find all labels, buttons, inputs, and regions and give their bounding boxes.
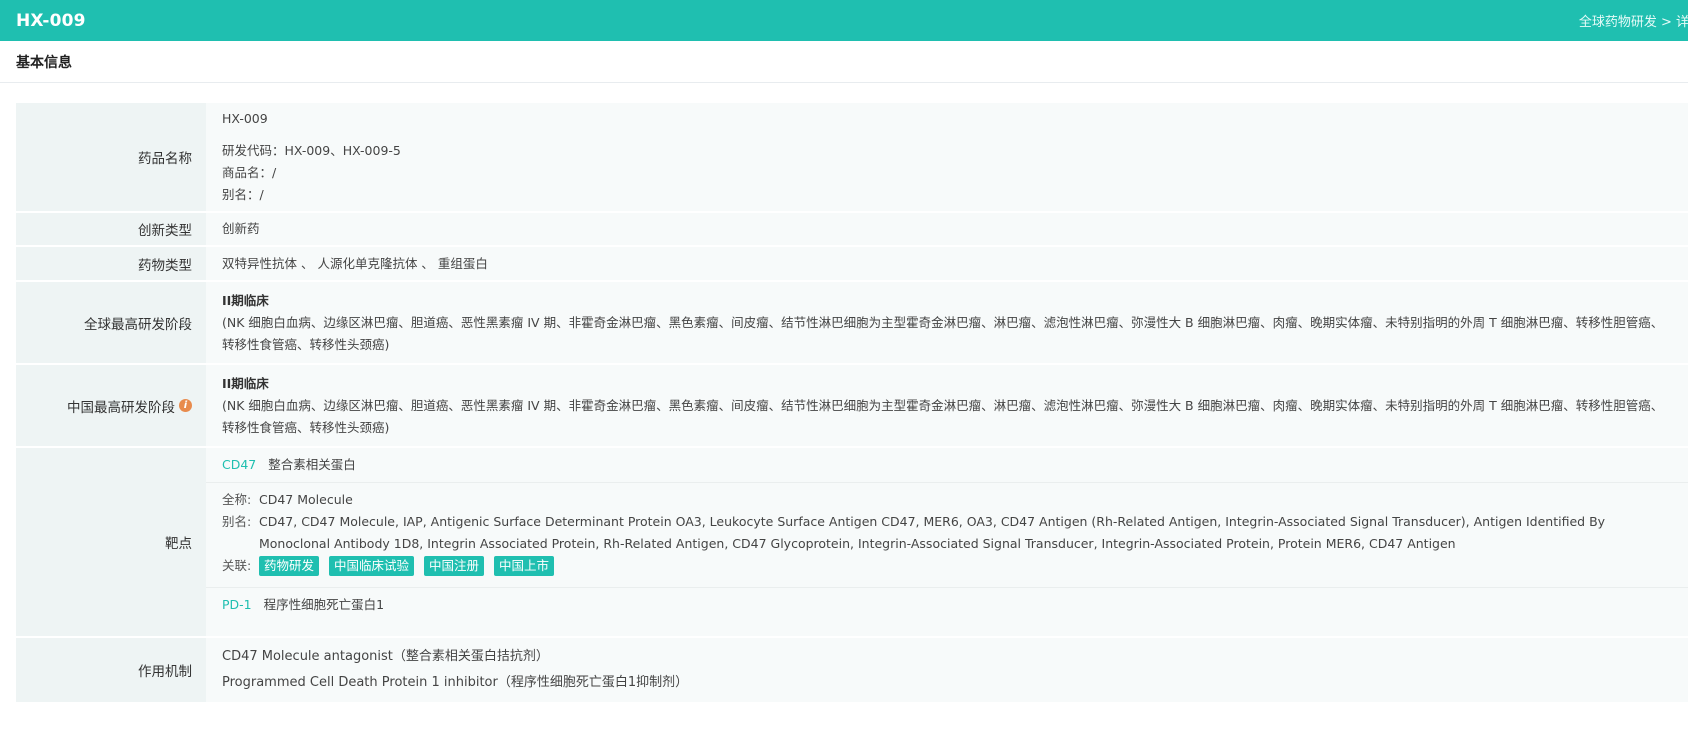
mechanism-line-2: Programmed Cell Death Protein 1 inhibito… bbox=[222, 675, 689, 690]
top-header-bar: HX-009 全球药物研发 > 详情 bbox=[0, 0, 1688, 41]
china-stage-indications: (NK 细胞白血病、边缘区淋巴瘤、胆道癌、恶性黑素瘤 IV 期、非霍奇金淋巴瘤、… bbox=[222, 397, 1664, 435]
tag-drug-rd[interactable]: 药物研发 bbox=[259, 556, 320, 576]
value-drug-name: HX-009 研发代码：HX-009、HX-009-5 商品名：/ 别名：/ bbox=[206, 103, 1688, 211]
related-key: 关联: bbox=[222, 558, 252, 573]
basic-info-table: 药品名称 HX-009 研发代码：HX-009、HX-009-5 商品名：/ 别… bbox=[16, 103, 1688, 704]
global-stage-title: II期临床 bbox=[222, 292, 269, 308]
drug-name: HX-009 bbox=[222, 111, 268, 126]
value-global-stage: II期临床 (NK 细胞白血病、边缘区淋巴瘤、胆道癌、恶性黑素瘤 IV 期、非霍… bbox=[206, 282, 1688, 363]
china-stage-title: II期临床 bbox=[222, 375, 269, 391]
row-china-stage: 中国最高研发阶段 i II期临床 (NK 细胞白血病、边缘区淋巴瘤、胆道癌、恶性… bbox=[16, 365, 1688, 446]
tag-china-market[interactable]: 中国上市 bbox=[494, 556, 555, 576]
target-pd1-link[interactable]: PD-1 bbox=[222, 597, 252, 612]
value-drug-type: 双特异性抗体 、 人源化单克隆抗体 、 重组蛋白 bbox=[206, 247, 1688, 280]
alias-key: 别名: bbox=[222, 514, 252, 529]
drug-trade-name: 商品名：/ bbox=[222, 165, 277, 180]
page-title: HX-009 bbox=[16, 10, 86, 31]
row-innovation-type: 创新类型 创新药 bbox=[16, 213, 1688, 245]
value-target: CD47 整合素相关蛋白 全称: CD47 Molecule 别名: CD47,… bbox=[206, 448, 1688, 636]
value-mechanism: CD47 Molecule antagonist（整合素相关蛋白拮抗剂） Pro… bbox=[206, 638, 1688, 702]
info-icon[interactable]: i bbox=[179, 399, 192, 412]
mechanism-line-1: CD47 Molecule antagonist（整合素相关蛋白拮抗剂） bbox=[222, 649, 549, 664]
related-tags: 药物研发 中国临床试验 中国注册 中国上市 bbox=[259, 555, 1668, 577]
label-mechanism: 作用机制 bbox=[16, 638, 206, 702]
label-target: 靶点 bbox=[16, 448, 206, 636]
target-cd47-link[interactable]: CD47 bbox=[222, 457, 256, 472]
value-china-stage: II期临床 (NK 细胞白血病、边缘区淋巴瘤、胆道癌、恶性黑素瘤 IV 期、非霍… bbox=[206, 365, 1688, 446]
row-target: 靶点 CD47 整合素相关蛋白 全称: CD47 Molecule 别名: CD… bbox=[16, 448, 1688, 636]
target-cd47-name: 整合素相关蛋白 bbox=[268, 457, 356, 472]
section-title-basic-info: 基本信息 bbox=[0, 41, 1688, 83]
row-global-stage: 全球最高研发阶段 II期临床 (NK 细胞白血病、边缘区淋巴瘤、胆道癌、恶性黑素… bbox=[16, 282, 1688, 363]
drug-codes: 研发代码：HX-009、HX-009-5 bbox=[222, 143, 401, 158]
target-cd47-heading: CD47 整合素相关蛋白 bbox=[222, 454, 1668, 476]
value-innovation-type: 创新药 bbox=[206, 213, 1688, 245]
label-innovation-type: 创新类型 bbox=[16, 213, 206, 245]
divider bbox=[206, 587, 1688, 588]
label-china-stage-text: 中国最高研发阶段 bbox=[67, 399, 175, 416]
fullname-value: CD47 Molecule bbox=[259, 492, 353, 507]
target-cd47-related-line: 关联: 药物研发 中国临床试验 中国注册 中国上市 bbox=[222, 555, 1668, 577]
label-drug-name: 药品名称 bbox=[16, 103, 206, 211]
tag-china-registration[interactable]: 中国注册 bbox=[424, 556, 485, 576]
target-cd47-fullname-line: 全称: CD47 Molecule bbox=[222, 489, 1668, 511]
global-stage-indications: (NK 细胞白血病、边缘区淋巴瘤、胆道癌、恶性黑素瘤 IV 期、非霍奇金淋巴瘤、… bbox=[222, 314, 1664, 352]
breadcrumb[interactable]: 全球药物研发 > 详情 bbox=[1579, 11, 1688, 30]
row-mechanism: 作用机制 CD47 Molecule antagonist（整合素相关蛋白拮抗剂… bbox=[16, 638, 1688, 702]
tag-china-clinical-trial[interactable]: 中国临床试验 bbox=[329, 556, 415, 576]
drug-alias: 别名：/ bbox=[222, 187, 264, 202]
target-cd47-alias-line: 别名: CD47, CD47 Molecule, IAP, Antigenic … bbox=[222, 511, 1668, 555]
row-drug-name: 药品名称 HX-009 研发代码：HX-009、HX-009-5 商品名：/ 别… bbox=[16, 103, 1688, 211]
label-china-stage: 中国最高研发阶段 i bbox=[16, 365, 206, 446]
fullname-key: 全称: bbox=[222, 492, 252, 507]
row-drug-type: 药物类型 双特异性抗体 、 人源化单克隆抗体 、 重组蛋白 bbox=[16, 247, 1688, 280]
alias-value: CD47, CD47 Molecule, IAP, Antigenic Surf… bbox=[259, 514, 1606, 551]
target-pd1-heading: PD-1 程序性细胞死亡蛋白1 bbox=[222, 594, 1668, 616]
target-pd1-name: 程序性细胞死亡蛋白1 bbox=[263, 597, 385, 612]
label-global-stage: 全球最高研发阶段 bbox=[16, 282, 206, 363]
divider bbox=[206, 482, 1688, 483]
label-drug-type: 药物类型 bbox=[16, 247, 206, 280]
